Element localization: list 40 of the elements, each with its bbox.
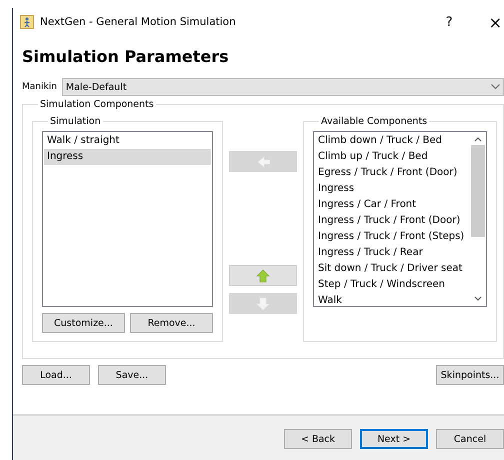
window-title: NextGen - General Motion Simulation <box>40 16 236 28</box>
arrow-down-icon <box>256 296 270 310</box>
available-list[interactable] <box>313 131 487 307</box>
up-arrow-button[interactable] <box>229 265 297 286</box>
manikin-label: Manikin <box>22 82 57 92</box>
app-icon <box>20 15 34 29</box>
group-title: Simulation Components <box>39 99 155 110</box>
group-title: Simulation <box>49 116 102 127</box>
close-button[interactable]: × <box>470 12 504 32</box>
list-item[interactable]: Ingress / Car / Front <box>315 197 471 213</box>
scroll-down-icon <box>474 296 482 302</box>
wizard-button[interactable]: Next > <box>360 429 428 449</box>
help-button[interactable]: ? <box>434 14 465 30</box>
list-item[interactable]: Walk / straight <box>44 133 211 149</box>
list-item[interactable]: Ingress / Truck / Front (Door) <box>315 213 471 229</box>
list-item[interactable]: Ingress <box>44 149 211 165</box>
list-item[interactable]: Ingress / Truck / Rear <box>315 245 471 261</box>
skinpoints-button[interactable]: Skinpoints... <box>436 365 504 385</box>
dialog-button[interactable]: Remove... <box>130 313 213 333</box>
group-title: Available Components <box>320 116 428 127</box>
dialog-button[interactable]: Customize... <box>42 313 125 333</box>
page-heading: Simulation Parameters <box>22 47 230 66</box>
manikin-dropdown[interactable]: Male-Default <box>62 78 504 96</box>
scroll-up-icon <box>474 136 482 142</box>
list-item[interactable]: Sit down / Truck / Driver seat <box>315 261 471 277</box>
list-item[interactable]: Step / Truck / Windscreen <box>315 277 471 293</box>
arrow-left-icon <box>256 154 270 168</box>
list-item[interactable]: Ingress <box>315 181 471 197</box>
list-item[interactable]: Walk <box>315 293 471 309</box>
dialog-button[interactable]: Load... <box>22 365 90 385</box>
chevron-down-icon <box>491 84 500 90</box>
list-item[interactable]: Ingress / Truck / Front (Steps) <box>315 229 471 245</box>
dialog-button[interactable]: Save... <box>98 365 166 385</box>
list-item[interactable]: Climb up / Truck / Bed <box>315 149 471 165</box>
arrow-up-icon <box>256 268 270 282</box>
simulation-list[interactable]: Walk / straight Ingress <box>42 131 213 307</box>
list-item[interactable]: Climb down / Truck / Bed <box>315 133 471 149</box>
wizard-button[interactable]: Cancel <box>436 429 504 449</box>
list-item[interactable]: Egress / Truck / Front (Door) <box>315 165 471 181</box>
wizard-button[interactable]: < Back <box>284 429 352 449</box>
